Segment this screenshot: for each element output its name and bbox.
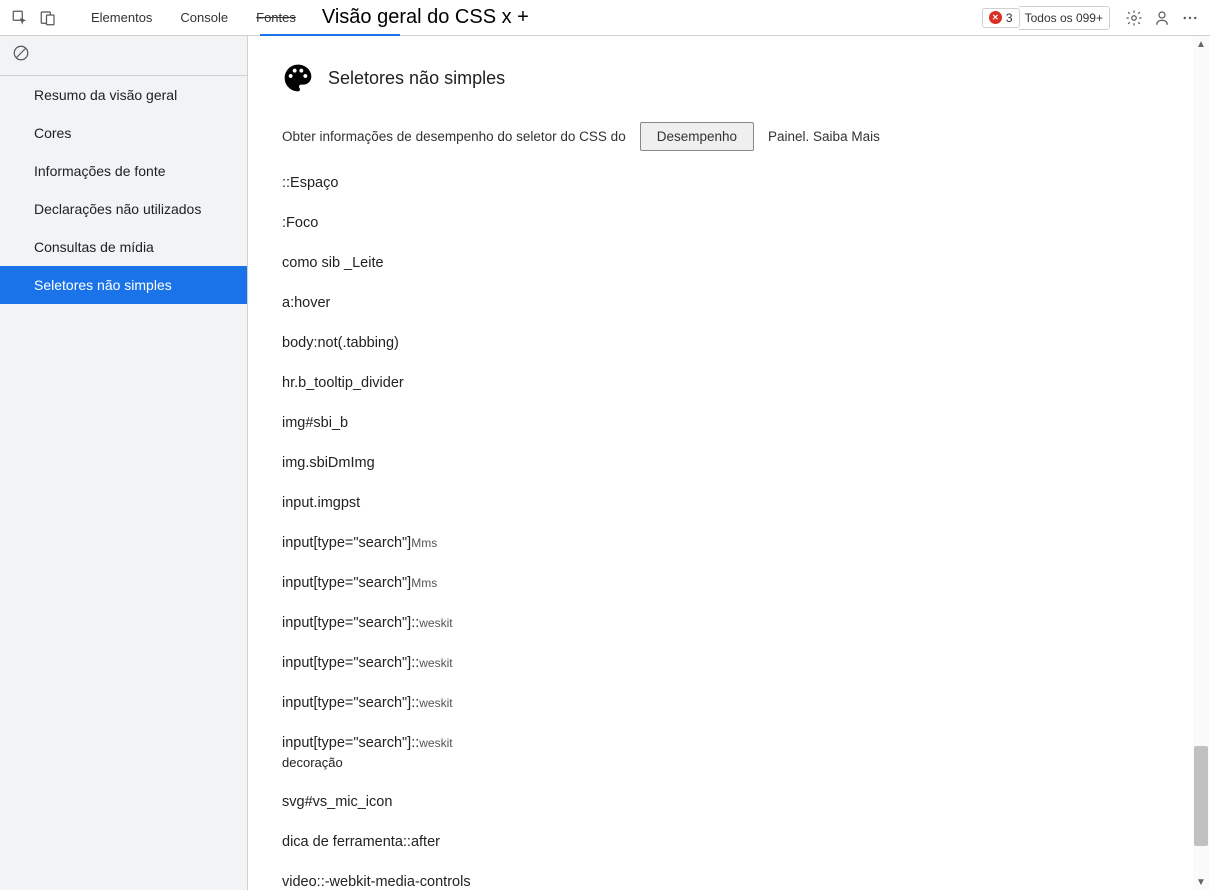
tab-elements[interactable]: Elementos bbox=[77, 0, 166, 36]
selector-row[interactable]: :Foco bbox=[282, 215, 1176, 231]
selector-text: input.imgpst bbox=[282, 495, 360, 511]
selector-suffix: Mms bbox=[411, 576, 437, 590]
inspect-icon[interactable] bbox=[6, 4, 34, 32]
content-pane: Seletores não simples Obter informações … bbox=[248, 36, 1210, 890]
selectors-list: ::Espaço:Fococomo sib _Leitea:hoverbody:… bbox=[282, 175, 1176, 890]
selector-suffix: weskit bbox=[419, 616, 452, 630]
selector-row[interactable]: body:not(.tabbing) bbox=[282, 335, 1176, 351]
selector-text: :Foco bbox=[282, 215, 318, 231]
perf-text-before: Obter informações de desempenho do selet… bbox=[282, 129, 626, 144]
selector-text: img.sbiDmImg bbox=[282, 455, 375, 471]
selector-text: img#sbi_b bbox=[282, 415, 348, 431]
tab-sources[interactable]: Fontes bbox=[242, 0, 310, 36]
all-issues-button[interactable]: Todos os 099+ bbox=[1019, 6, 1110, 30]
scroll-down-icon[interactable]: ▼ bbox=[1193, 874, 1209, 890]
sidebar-item-media[interactable]: Consultas de mídia bbox=[0, 228, 247, 266]
selector-text: svg#vs_mic_icon bbox=[282, 794, 392, 810]
selector-row[interactable]: img#sbi_b bbox=[282, 415, 1176, 431]
selector-text: input[type="search"]:: bbox=[282, 695, 419, 711]
tab-css-overview[interactable]: Visão geral do CSS x + bbox=[310, 0, 541, 36]
selector-text: input[type="search"] bbox=[282, 535, 411, 551]
selector-text: a:hover bbox=[282, 295, 330, 311]
selector-row[interactable]: ::Espaço bbox=[282, 175, 1176, 191]
device-toggle-icon[interactable] bbox=[34, 4, 62, 32]
selector-row[interactable]: input[type="search"]::weskit bbox=[282, 655, 1176, 671]
devtools-toolbar: Elementos Console Fontes Visão geral do … bbox=[0, 0, 1210, 36]
settings-icon[interactable] bbox=[1120, 4, 1148, 32]
selector-row[interactable]: input[type="search"]::weskit bbox=[282, 695, 1176, 711]
sidebar-item-colors[interactable]: Cores bbox=[0, 114, 247, 152]
selector-text: hr.b_tooltip_divider bbox=[282, 375, 404, 391]
sidebar-item-summary[interactable]: Resumo da visão geral bbox=[0, 76, 247, 114]
sidebar-item-fonts[interactable]: Informações de fonte bbox=[0, 152, 247, 190]
selector-row[interactable]: video::-webkit-media-controls bbox=[282, 874, 1176, 890]
selector-row[interactable]: a:hover bbox=[282, 295, 1176, 311]
selector-text: body:not(.tabbing) bbox=[282, 335, 399, 351]
selector-text: input[type="search"]:: bbox=[282, 615, 419, 631]
selector-subline: decoração bbox=[282, 755, 1176, 770]
selector-row[interactable]: input.imgpst bbox=[282, 495, 1176, 511]
scroll-thumb[interactable] bbox=[1194, 746, 1208, 846]
tab-console[interactable]: Console bbox=[166, 0, 242, 36]
scrollbar[interactable]: ▲ ▼ bbox=[1193, 36, 1209, 890]
selector-text: dica de ferramenta::after bbox=[282, 834, 440, 850]
selector-row[interactable]: input[type="search"]::weskit bbox=[282, 615, 1176, 631]
section-header: Seletores não simples bbox=[282, 62, 1176, 94]
selector-row[interactable]: input[type="search"]Mms bbox=[282, 535, 1176, 551]
sidebar-item-unused[interactable]: Declarações não utilizados bbox=[0, 190, 247, 228]
selector-suffix: Mms bbox=[411, 536, 437, 550]
main-area: Resumo da visão geral Cores Informações … bbox=[0, 36, 1210, 890]
selector-row[interactable]: hr.b_tooltip_divider bbox=[282, 375, 1176, 391]
more-icon[interactable] bbox=[1176, 4, 1204, 32]
selector-suffix: weskit bbox=[419, 656, 452, 670]
selector-row[interactable]: input[type="search"]Mms bbox=[282, 575, 1176, 591]
selector-suffix: weskit bbox=[419, 696, 452, 710]
error-icon: ✕ bbox=[989, 11, 1002, 24]
clear-icon[interactable] bbox=[12, 44, 30, 67]
error-indicator[interactable]: ✕ 3 bbox=[982, 8, 1020, 28]
selector-text: como sib _Leite bbox=[282, 255, 384, 271]
selector-text: input[type="search"] bbox=[282, 575, 411, 591]
selector-row[interactable]: dica de ferramenta::after bbox=[282, 834, 1176, 850]
sidebar: Resumo da visão geral Cores Informações … bbox=[0, 36, 248, 890]
section-title: Seletores não simples bbox=[328, 68, 505, 89]
selector-row[interactable]: svg#vs_mic_icon bbox=[282, 794, 1176, 810]
selector-suffix: weskit bbox=[419, 736, 452, 750]
selector-text: input[type="search"]:: bbox=[282, 655, 419, 671]
selector-text: input[type="search"]:: bbox=[282, 735, 419, 751]
sidebar-item-nonsimple[interactable]: Seletores não simples bbox=[0, 266, 247, 304]
feedback-icon[interactable] bbox=[1148, 4, 1176, 32]
performance-button[interactable]: Desempenho bbox=[640, 122, 754, 151]
palette-icon bbox=[282, 62, 314, 94]
error-count: 3 bbox=[1006, 11, 1013, 25]
selector-text: video::-webkit-media-controls bbox=[282, 874, 471, 890]
sidebar-top bbox=[0, 36, 247, 76]
selector-text: ::Espaço bbox=[282, 175, 338, 191]
selector-row[interactable]: input[type="search"]::weskit bbox=[282, 735, 1176, 751]
selector-row[interactable]: img.sbiDmImg bbox=[282, 455, 1176, 471]
perf-text-after: Painel. Saiba Mais bbox=[768, 129, 880, 144]
scroll-up-icon[interactable]: ▲ bbox=[1193, 36, 1209, 52]
tab-css-overview-label: Visão geral do CSS x + bbox=[322, 6, 529, 29]
selector-row[interactable]: como sib _Leite bbox=[282, 255, 1176, 271]
perf-row: Obter informações de desempenho do selet… bbox=[282, 122, 1176, 151]
